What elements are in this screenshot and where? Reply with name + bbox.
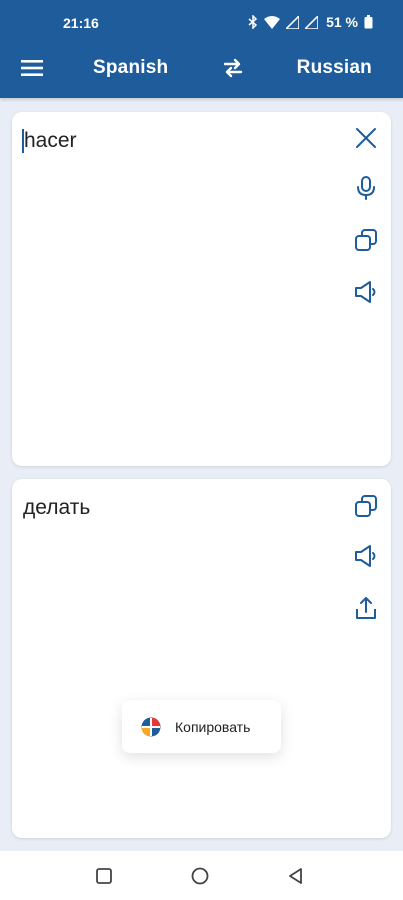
share-icon[interactable] bbox=[353, 595, 379, 621]
battery-percent: 51 % bbox=[326, 14, 358, 30]
source-text-input[interactable]: hacer bbox=[22, 129, 77, 153]
bluetooth-icon bbox=[248, 15, 258, 29]
recents-icon[interactable] bbox=[94, 866, 114, 886]
swap-icon[interactable] bbox=[221, 56, 245, 80]
system-nav-bar bbox=[0, 851, 403, 900]
source-text-card: hacer bbox=[12, 112, 391, 466]
copy-translation-icon[interactable] bbox=[353, 493, 379, 519]
toast-label: Копировать bbox=[175, 718, 251, 735]
wifi-icon bbox=[264, 15, 281, 29]
app-bar: Spanish Russian bbox=[0, 38, 403, 98]
clear-icon[interactable] bbox=[353, 125, 379, 151]
microphone-icon[interactable] bbox=[353, 175, 379, 201]
back-icon[interactable] bbox=[286, 866, 306, 886]
copy-icon[interactable] bbox=[353, 227, 379, 253]
signal-icon-2 bbox=[305, 15, 319, 29]
copy-toast: Копировать bbox=[122, 700, 281, 753]
target-language-button[interactable]: Russian bbox=[297, 57, 372, 79]
menu-icon[interactable] bbox=[20, 56, 44, 80]
translation-text: делать bbox=[23, 496, 91, 519]
speaker-translation-icon[interactable] bbox=[353, 543, 379, 569]
speaker-icon[interactable] bbox=[353, 279, 379, 305]
battery-icon bbox=[364, 15, 373, 29]
signal-icon bbox=[286, 15, 300, 29]
app-logo-icon bbox=[141, 717, 161, 736]
source-language-button[interactable]: Spanish bbox=[93, 57, 168, 79]
status-bar: 21:16 51 % bbox=[0, 0, 403, 38]
translation-card: делать bbox=[12, 479, 391, 838]
status-icons: 51 % bbox=[248, 14, 373, 30]
status-time: 21:16 bbox=[63, 15, 99, 31]
home-icon[interactable] bbox=[190, 866, 210, 886]
